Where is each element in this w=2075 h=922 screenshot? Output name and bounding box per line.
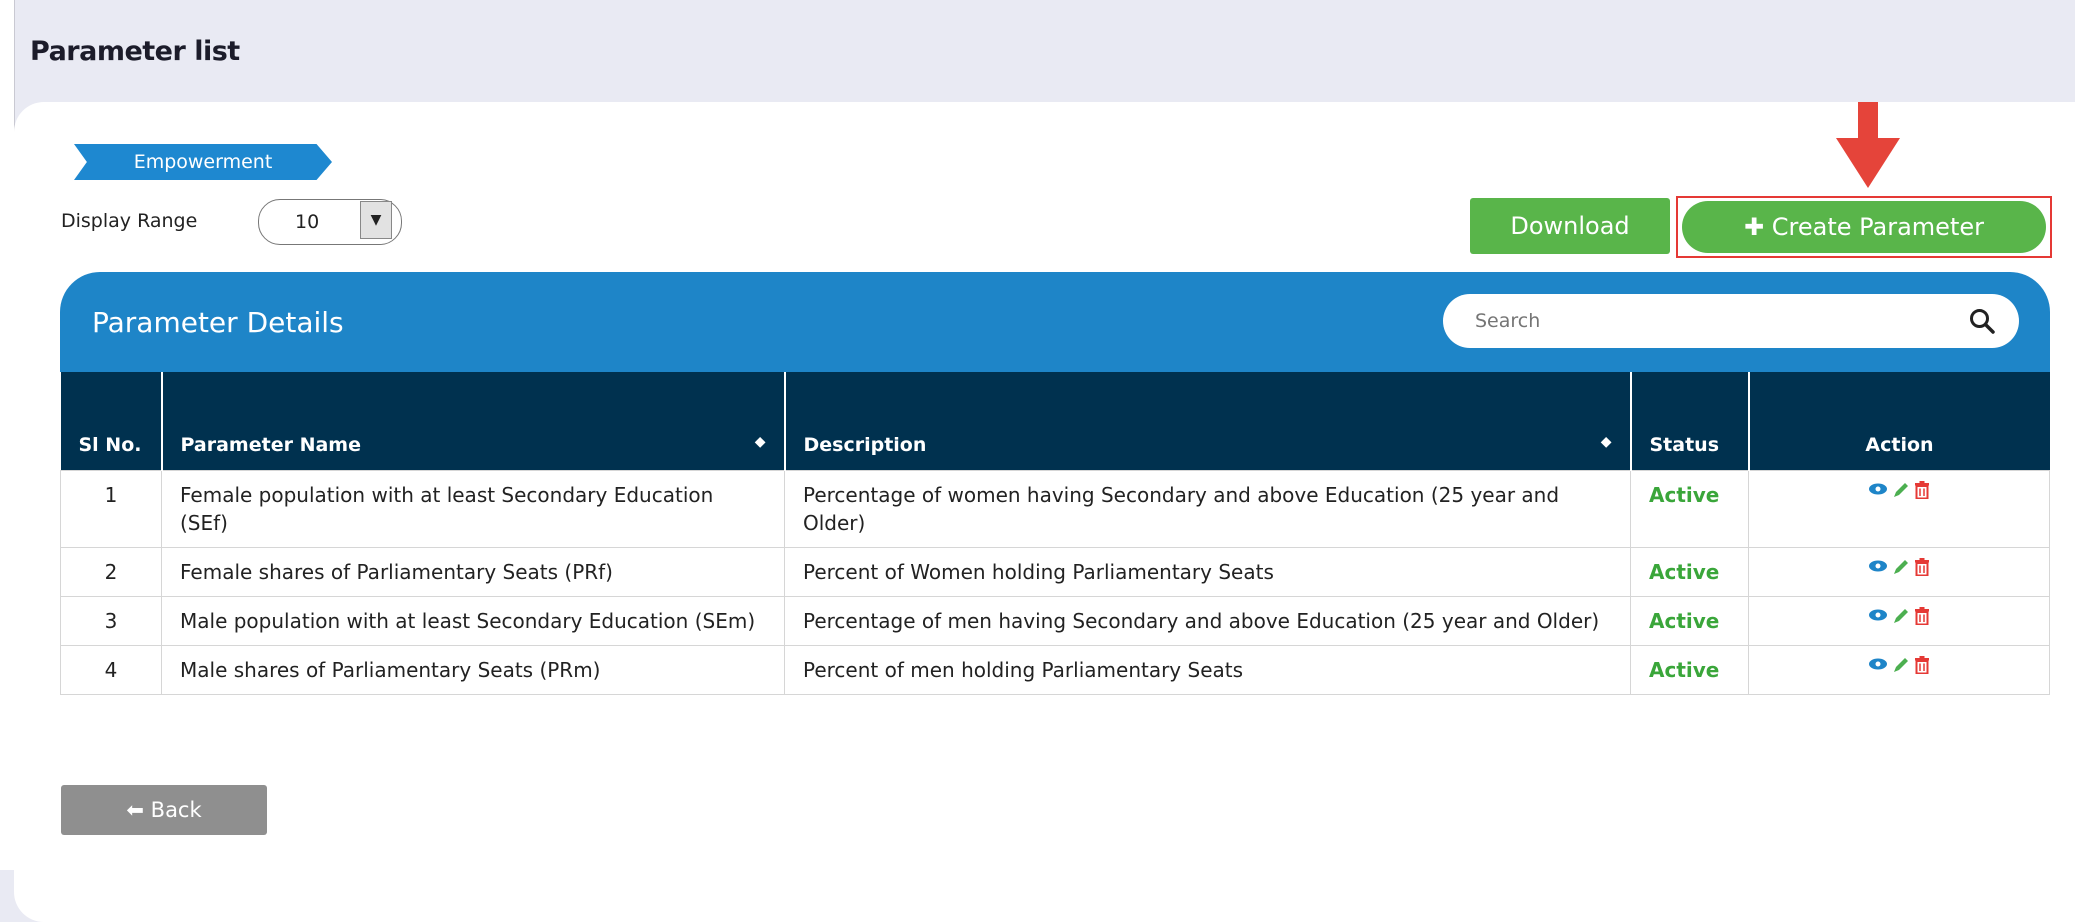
pencil-icon[interactable]	[1892, 656, 1910, 674]
cell-parameter-name: Male population with at least Secondary …	[161, 596, 785, 646]
annotation-arrow-stem	[1858, 102, 1878, 140]
cell-parameter-name: Female population with at least Secondar…	[161, 470, 785, 548]
cell-sl: 2	[60, 547, 162, 597]
sort-icon[interactable]: ◆	[755, 434, 766, 450]
plus-icon: ✚	[1744, 213, 1765, 241]
status-badge: Active	[1630, 547, 1749, 597]
column-action: Action	[1748, 372, 2050, 471]
parameter-details-header: Parameter Details	[60, 272, 2050, 372]
parameter-table: Sl No. Parameter Name ◆ Description ◆ St…	[60, 372, 2050, 695]
search-icon[interactable]	[1969, 308, 1995, 334]
panel-title: Parameter Details	[92, 306, 344, 339]
search-input[interactable]	[1473, 304, 1947, 338]
breadcrumb-empowerment[interactable]: Empowerment	[74, 144, 332, 180]
pencil-icon[interactable]	[1892, 607, 1910, 625]
search-box[interactable]	[1443, 294, 2019, 348]
table-header-row: Sl No. Parameter Name ◆ Description ◆ St…	[60, 372, 2050, 471]
cell-sl: 4	[60, 645, 162, 695]
pencil-icon[interactable]	[1892, 558, 1910, 576]
status-badge: Active	[1630, 645, 1749, 695]
cell-actions	[1748, 596, 2050, 646]
cell-actions	[1748, 645, 2050, 695]
display-range-value: 10	[295, 211, 320, 233]
create-parameter-button[interactable]: ✚ Create Parameter	[1682, 201, 2046, 253]
eye-icon[interactable]	[1868, 558, 1888, 574]
create-parameter-label: Create Parameter	[1771, 213, 1984, 241]
window-frame-edge	[0, 0, 15, 870]
trash-icon[interactable]	[1914, 607, 1930, 625]
cell-actions	[1748, 547, 2050, 597]
trash-icon[interactable]	[1914, 656, 1930, 674]
column-description-label: Description	[803, 434, 927, 456]
cell-parameter-name: Male shares of Parliamentary Seats (PRm)	[161, 645, 785, 695]
back-label: Back	[150, 798, 202, 822]
eye-icon[interactable]	[1868, 481, 1888, 497]
cell-actions	[1748, 470, 2050, 548]
column-description[interactable]: Description ◆	[784, 372, 1632, 471]
trash-icon[interactable]	[1914, 558, 1930, 576]
eye-icon[interactable]	[1868, 656, 1888, 672]
column-sl-no: Sl No.	[60, 372, 163, 471]
table-row: 2 Female shares of Parliamentary Seats (…	[60, 547, 2050, 597]
cell-description: Percent of men holding Parliamentary Sea…	[784, 645, 1631, 695]
arrow-left-icon: ⬅	[126, 798, 144, 822]
chevron-down-icon[interactable]: ▼	[360, 201, 392, 239]
pencil-icon[interactable]	[1892, 481, 1910, 499]
column-parameter-name[interactable]: Parameter Name ◆	[161, 372, 786, 471]
column-status: Status	[1630, 372, 1750, 471]
cell-parameter-name: Female shares of Parliamentary Seats (PR…	[161, 547, 785, 597]
status-badge: Active	[1630, 470, 1749, 548]
table-row: 3 Male population with at least Secondar…	[60, 596, 2050, 646]
download-button[interactable]: Download	[1470, 198, 1670, 254]
table-row: 4 Male shares of Parliamentary Seats (PR…	[60, 645, 2050, 695]
cell-description: Percentage of women having Secondary and…	[784, 470, 1631, 548]
page-title: Parameter list	[30, 36, 240, 67]
display-range-label: Display Range	[61, 210, 198, 232]
display-range-select[interactable]: 10 ▼	[258, 199, 402, 245]
trash-icon[interactable]	[1914, 481, 1930, 499]
back-button[interactable]: ⬅ Back	[61, 785, 267, 835]
sort-icon[interactable]: ◆	[1601, 434, 1612, 450]
cell-sl: 1	[60, 470, 162, 548]
cell-description: Percentage of men having Secondary and a…	[784, 596, 1631, 646]
column-parameter-name-label: Parameter Name	[180, 434, 361, 456]
cell-sl: 3	[60, 596, 162, 646]
table-row: 1 Female population with at least Second…	[60, 470, 2050, 548]
eye-icon[interactable]	[1868, 607, 1888, 623]
annotation-arrow-icon	[1836, 138, 1900, 188]
cell-description: Percent of Women holding Parliamentary S…	[784, 547, 1631, 597]
status-badge: Active	[1630, 596, 1749, 646]
